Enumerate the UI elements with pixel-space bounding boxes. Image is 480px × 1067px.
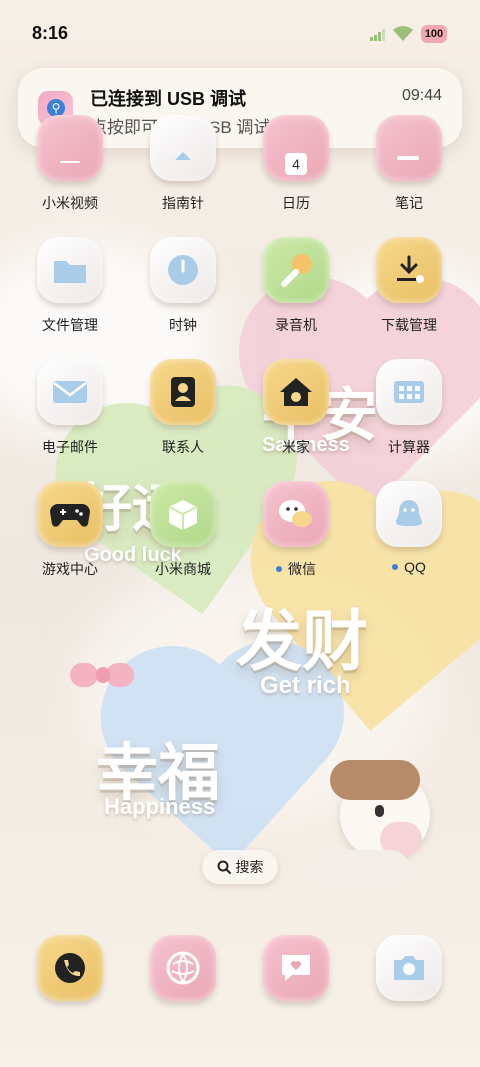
app-label: QQ (359, 559, 459, 575)
battery-indicator: 100 (421, 25, 447, 43)
dock-messages[interactable] (263, 935, 329, 1001)
app-label: 游戏中心 (42, 561, 98, 577)
app-label: 文件管理 (42, 317, 98, 333)
new-install-dot (276, 566, 282, 573)
app-label: 微信 (246, 559, 346, 579)
status-time: 8:16 (32, 23, 69, 43)
app-label: 联系人 (162, 439, 204, 455)
wallpaper-word-4-en: Happiness (104, 794, 216, 819)
app-xiaomi-video[interactable]: 小米视频 (20, 115, 120, 225)
compass-icon (150, 115, 216, 181)
search-button[interactable]: 搜索 (202, 850, 278, 884)
calendar-icon: 4 (263, 115, 329, 181)
app-label-text: 微信 (288, 561, 316, 577)
app-compass[interactable]: 指南针 (133, 115, 233, 225)
mail-icon (37, 359, 103, 425)
notification-title: 已连接到 USB 调试 (90, 89, 247, 109)
app-label: 计算器 (388, 439, 430, 455)
app-label: 下载管理 (381, 317, 437, 333)
app-mihome[interactable]: 米家 (246, 359, 346, 469)
app-download-manager[interactable]: 下载管理 (359, 237, 459, 347)
search-label: 搜索 (235, 859, 264, 875)
app-label-text: QQ (404, 559, 426, 575)
app-mi-store[interactable]: 小米商城 (133, 481, 233, 591)
app-label: 电子邮件 (42, 439, 98, 455)
app-label: 日历 (282, 195, 310, 211)
app-notes[interactable]: 笔记 (359, 115, 459, 225)
gamepad-icon (37, 481, 103, 547)
app-label: 时钟 (169, 317, 197, 333)
folder-icon (37, 237, 103, 303)
qq-icon (376, 481, 442, 547)
app-calendar[interactable]: 4 日历 (246, 115, 346, 225)
store-icon (150, 481, 216, 547)
app-wechat[interactable]: 微信 (246, 481, 346, 591)
app-label: 录音机 (275, 317, 317, 333)
signal-icon (370, 28, 386, 46)
app-label: 笔记 (395, 195, 423, 211)
contacts-icon (150, 359, 216, 425)
camera-icon (376, 935, 442, 1001)
app-email[interactable]: 电子邮件 (20, 359, 120, 469)
app-calculator[interactable]: 计算器 (359, 359, 459, 469)
app-label: 小米视频 (42, 195, 98, 211)
wallpaper-word-3: 发财 (236, 603, 368, 680)
calendar-date: 4 (285, 153, 307, 175)
dock-phone[interactable] (37, 935, 103, 1001)
download-icon (376, 237, 442, 303)
video-icon (37, 115, 103, 181)
calculator-icon (376, 359, 442, 425)
app-game-center[interactable]: 游戏中心 (20, 481, 120, 591)
mihome-icon (263, 359, 329, 425)
notes-icon (376, 115, 442, 181)
app-file-manager[interactable]: 文件管理 (20, 237, 120, 347)
messages-icon (263, 935, 329, 1001)
recorder-icon (263, 237, 329, 303)
pony-decoration (300, 760, 440, 890)
app-label: 小米商城 (155, 561, 211, 577)
new-install-dot (392, 564, 399, 571)
app-clock[interactable]: 时钟 (133, 237, 233, 347)
dock-camera[interactable] (376, 935, 442, 1001)
status-bar: 8:16 100 (0, 0, 480, 68)
wallpaper-word-3-en: Get rich (260, 672, 351, 699)
phone-icon (37, 935, 103, 1001)
wechat-icon (263, 481, 329, 547)
notification-time: 09:44 (401, 87, 442, 104)
app-contacts[interactable]: 联系人 (133, 359, 233, 469)
wifi-icon (392, 25, 414, 47)
app-recorder[interactable]: 录音机 (246, 237, 346, 347)
dock-browser[interactable] (150, 935, 216, 1001)
app-qq[interactable]: QQ (359, 481, 459, 591)
app-label: 米家 (282, 439, 310, 455)
clock-icon (150, 237, 216, 303)
browser-icon (150, 935, 216, 1001)
search-icon (217, 860, 231, 874)
bow-decoration (70, 655, 136, 695)
app-label: 指南针 (162, 195, 204, 211)
